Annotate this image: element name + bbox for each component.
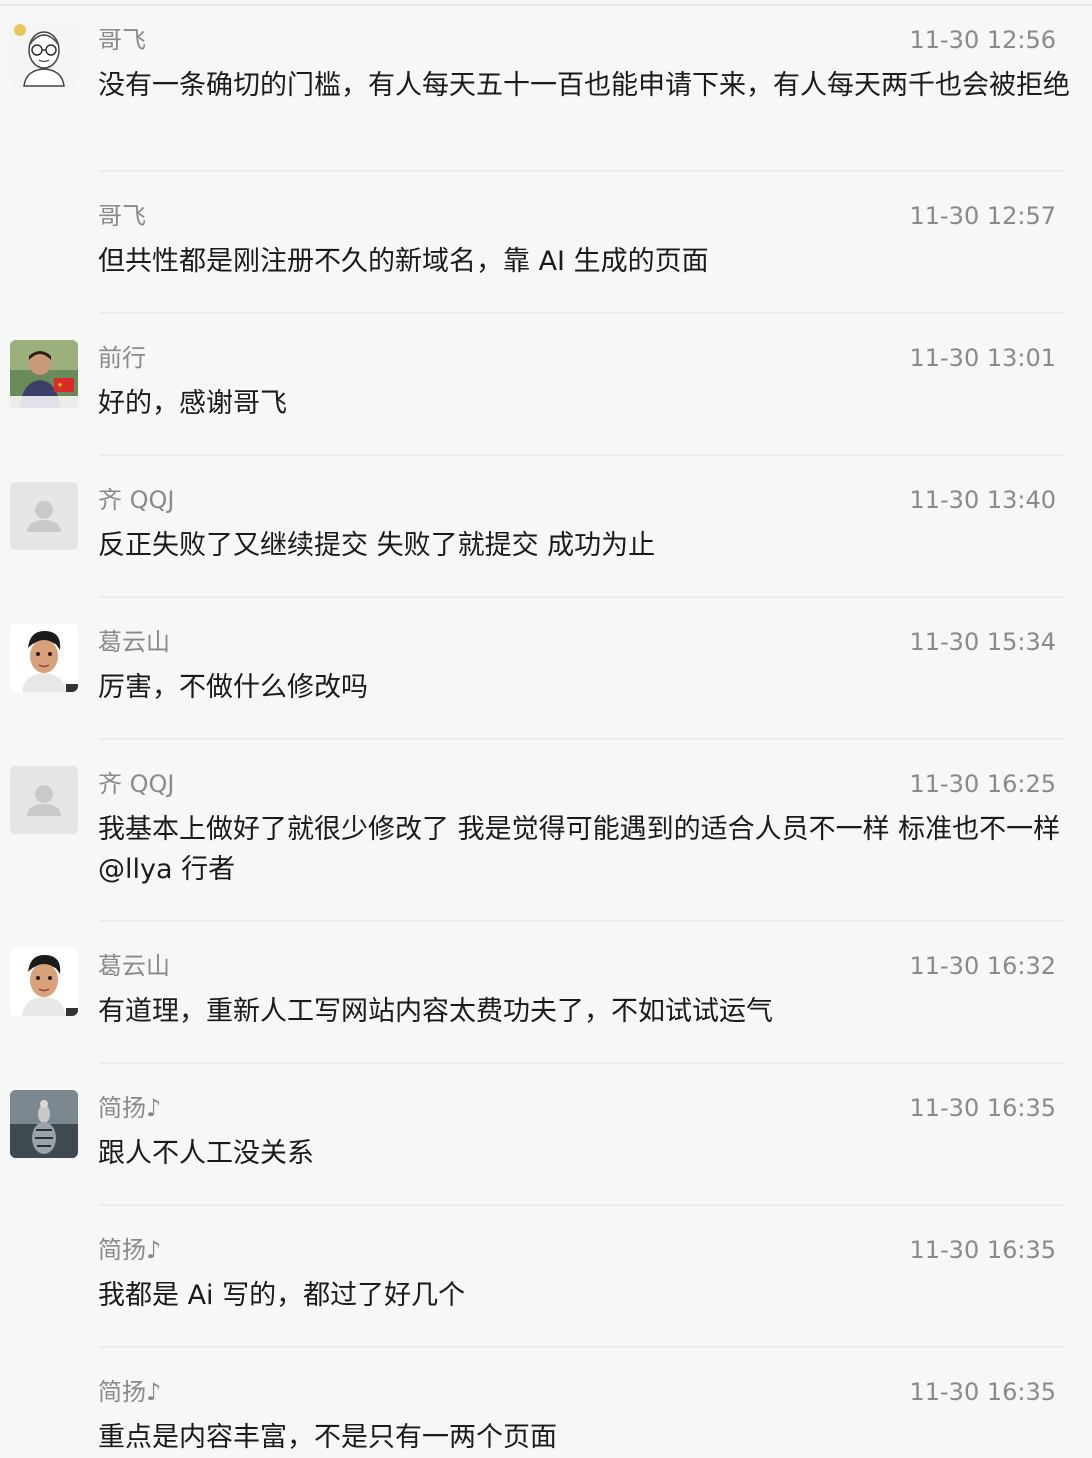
sender-name: 简扬♪ — [98, 1094, 162, 1122]
chat-message: 哥飞 11-30 12:57 但共性都是刚注册不久的新域名，靠 AI 生成的页面 — [0, 172, 1092, 314]
chat-message: 葛云山 11-30 16:32 有道理，重新人工写网站内容太费功夫了，不如试试运… — [0, 922, 1092, 1064]
chat-message: 葛云山 11-30 15:34 厉害，不做什么修改吗 — [0, 598, 1092, 740]
chat-message: 简扬♪ 11-30 16:35 跟人不人工没关系 — [0, 1064, 1092, 1206]
message-text: 好的，感谢哥飞 — [98, 388, 287, 419]
3d-young-man-avatar[interactable] — [10, 624, 78, 692]
sender-name: 葛云山 — [98, 628, 170, 656]
cartoon-man-glasses-avatar[interactable] — [10, 20, 78, 88]
message-timestamp: 11-30 16:35 — [909, 1378, 1056, 1406]
message-text: 重点是内容丰富，不是只有一两个页面 — [98, 1422, 557, 1453]
sender-name: 简扬♪ — [98, 1236, 162, 1264]
message-text: 跟人不人工没关系 — [98, 1138, 314, 1169]
chat-message: 齐 QQJ 11-30 16:25 我基本上做好了就很少修改了 我是觉得可能遇到… — [0, 740, 1092, 922]
chat-message: 简扬♪ 11-30 16:35 重点是内容丰富，不是只有一两个页面 — [0, 1348, 1092, 1454]
message-timestamp: 11-30 16:35 — [909, 1094, 1056, 1122]
photo-man-flag-avatar[interactable]: ★ — [10, 340, 78, 408]
sender-name: 齐 QQJ — [98, 486, 175, 514]
message-timestamp: 11-30 16:35 — [909, 1236, 1056, 1264]
message-text: 我都是 Ai 写的，都过了好几个 — [98, 1280, 466, 1311]
message-text: 有道理，重新人工写网站内容太费功夫了，不如试试运气 — [98, 996, 773, 1027]
message-timestamp: 11-30 16:32 — [909, 952, 1056, 980]
sender-name: 哥飞 — [98, 202, 146, 230]
sender-name: 前行 — [98, 344, 146, 372]
message-text: 没有一条确切的门槛，有人每天五十一百也能申请下来，有人每天两千也会被拒绝 — [98, 70, 1070, 101]
3d-young-man-avatar[interactable] — [10, 948, 78, 1016]
message-timestamp: 11-30 13:01 — [909, 344, 1056, 372]
chat-message: 齐 QQJ 11-30 13:40 反正失败了又继续提交 失败了就提交 成功为止 — [0, 456, 1092, 598]
message-timestamp: 11-30 12:56 — [909, 26, 1056, 54]
message-text: 厉害，不做什么修改吗 — [98, 672, 368, 703]
sender-name: 葛云山 — [98, 952, 170, 980]
chat-message: ★ 前行 11-30 13:01 好的，感谢哥飞 — [0, 314, 1092, 456]
sender-name: 简扬♪ — [98, 1378, 162, 1406]
message-timestamp: 11-30 16:25 — [909, 770, 1056, 798]
default-user-avatar[interactable] — [10, 482, 78, 550]
default-user-avatar[interactable] — [10, 766, 78, 834]
message-timestamp: 11-30 12:57 — [909, 202, 1056, 230]
message-timestamp: 11-30 13:40 — [909, 486, 1056, 514]
message-text: 但共性都是刚注册不久的新域名，靠 AI 生成的页面 — [98, 246, 709, 277]
cat-tiger-reflection-avatar[interactable] — [10, 1090, 78, 1158]
message-timestamp: 11-30 15:34 — [909, 628, 1056, 656]
sender-name: 齐 QQJ — [98, 770, 175, 798]
sender-name: 哥飞 — [98, 26, 146, 54]
svg-text:★: ★ — [57, 381, 63, 389]
message-text: 我基本上做好了就很少修改了 我是觉得可能遇到的适合人员不一样 标准也不一样 @l… — [98, 814, 1061, 885]
message-text: 反正失败了又继续提交 失败了就提交 成功为止 — [98, 530, 656, 561]
chat-message: 简扬♪ 11-30 16:35 我都是 Ai 写的，都过了好几个 — [0, 1206, 1092, 1348]
chat-message: 哥飞 11-30 12:56 没有一条确切的门槛，有人每天五十一百也能申请下来，… — [0, 6, 1092, 172]
